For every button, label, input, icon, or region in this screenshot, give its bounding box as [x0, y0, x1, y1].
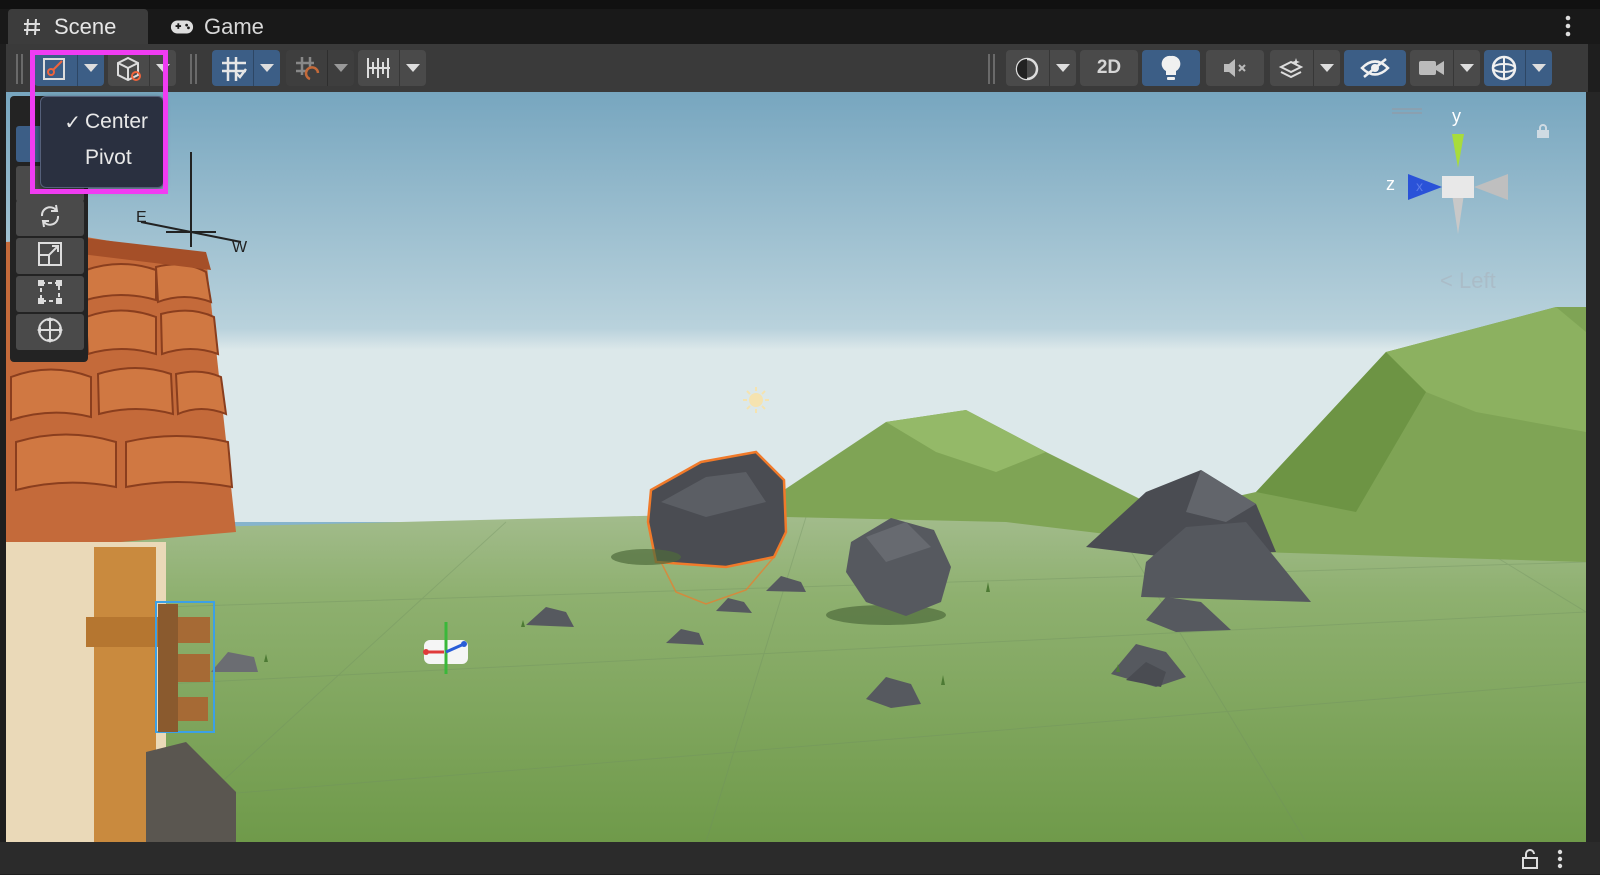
scene-render: W E [6, 92, 1586, 842]
2d-label: 2D [1096, 57, 1122, 78]
toolbar-grip[interactable] [16, 54, 24, 84]
effects-button[interactable] [1270, 50, 1340, 86]
scene-visibility-button[interactable] [1344, 50, 1406, 86]
gizmo-z-label: z [1386, 174, 1395, 194]
tab-label: Scene [54, 13, 117, 39]
chevron-down-icon[interactable] [399, 50, 426, 86]
scale-tool-icon [36, 240, 64, 273]
lock-icon[interactable] [1522, 849, 1538, 874]
camera-settings-button[interactable] [1410, 50, 1480, 86]
viewport-border [1586, 92, 1600, 842]
transform-tool-icon [35, 315, 65, 350]
chevron-down-icon[interactable] [1313, 50, 1340, 86]
more-options-icon[interactable] [1564, 14, 1572, 38]
rect-tool-icon [36, 278, 64, 311]
gizmos-button[interactable] [1484, 50, 1552, 86]
rect-tool-button[interactable] [16, 276, 84, 312]
chevron-down-icon[interactable] [1525, 50, 1552, 86]
chevron-down-icon[interactable] [253, 50, 280, 86]
gamepad-icon [170, 15, 194, 39]
increment-snap-icon [294, 55, 322, 83]
chevron-down-icon[interactable] [1049, 50, 1076, 86]
grid-snapping-icon [220, 55, 248, 83]
rotate-tool-button[interactable] [16, 200, 84, 236]
audio-mute-button[interactable] [1206, 50, 1264, 86]
transform-tool-button[interactable] [16, 314, 84, 350]
tab-game[interactable]: Game [158, 9, 288, 44]
chevron-down-icon[interactable] [1453, 50, 1480, 86]
rotate-tool-icon [36, 202, 64, 235]
view-orientation-label[interactable]: < Left [1440, 268, 1496, 294]
2d-toggle-button[interactable]: 2D [1080, 50, 1138, 86]
gizmo-x-label: x [1416, 178, 1423, 194]
lighting-icon [1160, 54, 1182, 82]
snap-settings-button[interactable] [358, 50, 426, 86]
more-options-icon[interactable] [1556, 848, 1564, 875]
highlight-box [30, 50, 168, 194]
tab-scene[interactable]: Scene [8, 9, 148, 44]
audio-mute-icon [1222, 56, 1248, 80]
scene-viewport[interactable]: W E [6, 92, 1586, 842]
scene-toolbar: 2D [6, 44, 1588, 92]
hash-icon [20, 15, 44, 39]
toolbar-grip[interactable] [988, 54, 996, 84]
grid-snapping-button[interactable] [212, 50, 280, 86]
effects-icon [1278, 56, 1304, 82]
orientation-gizmo[interactable]: y z x [1386, 106, 1530, 242]
svg-text:E: E [136, 209, 147, 226]
chevron-down-icon[interactable] [327, 50, 354, 86]
toolbar-grip[interactable] [190, 54, 198, 84]
svg-text:W: W [232, 239, 248, 256]
draw-mode-icon [1014, 56, 1040, 82]
tab-label: Game [204, 13, 264, 39]
lighting-toggle-button[interactable] [1142, 50, 1200, 86]
camera-icon [1418, 58, 1446, 78]
increment-snap-button[interactable] [286, 50, 354, 86]
gizmos-icon [1490, 54, 1518, 82]
status-bar [0, 842, 1600, 874]
scene-visibility-icon [1360, 57, 1390, 79]
snap-settings-icon [366, 56, 394, 80]
draw-mode-button[interactable] [1006, 50, 1076, 86]
scale-tool-button[interactable] [16, 238, 84, 274]
tab-strip: Scene Game [0, 0, 1600, 44]
gizmo-y-label: y [1452, 106, 1461, 126]
lock-icon[interactable] [1536, 124, 1552, 140]
